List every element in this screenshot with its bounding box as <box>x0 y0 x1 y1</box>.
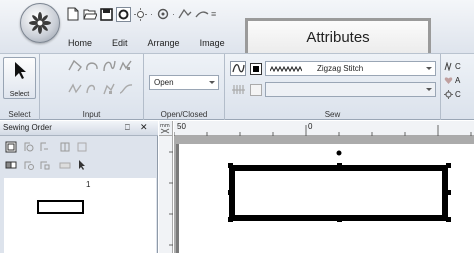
sewing-order-thumbnail[interactable]: 1 <box>4 178 90 253</box>
input-tools <box>67 58 135 95</box>
design-shape[interactable] <box>179 144 474 253</box>
group-icon[interactable] <box>4 158 18 172</box>
sewing-order-panel: Sewing Order ⎕ ✕ 1 <box>0 121 158 253</box>
record-icon[interactable] <box>116 6 131 22</box>
tab-home[interactable]: Home <box>60 34 102 52</box>
partial-item-2[interactable]: A <box>444 73 461 87</box>
partial-item-1[interactable]: C <box>444 59 461 73</box>
move-last-icon[interactable] <box>75 140 89 154</box>
input-group: Input <box>40 54 144 120</box>
application-menu-button[interactable] <box>20 3 60 43</box>
tab-image[interactable]: Image <box>190 34 235 52</box>
sewing-order-header: Sewing Order ⎕ ✕ <box>0 121 158 136</box>
redo-icon[interactable] <box>194 7 209 22</box>
sewing-order-list: 1 <box>4 178 156 253</box>
sort-descending-icon[interactable] <box>38 158 52 172</box>
selection-handles <box>228 163 451 222</box>
ribbon-tab-bar: Home Edit Arrange Image <box>60 34 235 52</box>
design-page[interactable] <box>179 144 474 253</box>
tab-attributes-label: Attributes <box>306 28 370 46</box>
open-bezier-icon[interactable] <box>101 81 117 95</box>
select-group-label: Select <box>8 110 31 119</box>
color-sort-icon[interactable] <box>58 158 72 172</box>
region-sew-toggle-icon[interactable] <box>230 82 246 97</box>
freehand-icon[interactable] <box>118 58 134 72</box>
sew-group: Zigzag Stitch Sew <box>225 54 441 120</box>
chevron-down-icon <box>426 88 432 91</box>
vertical-ruler <box>159 136 173 253</box>
partial-item-3[interactable]: C <box>444 87 461 101</box>
stitch-icon <box>444 61 452 71</box>
thumbnail-number: 1 <box>86 180 91 189</box>
chevron-down-icon <box>426 67 432 70</box>
dropdown-arrow-icon[interactable]: · <box>150 9 153 19</box>
gear-icon <box>444 89 453 99</box>
settings-sun-icon[interactable] <box>133 7 148 22</box>
input-group-label: Input <box>82 110 101 119</box>
zigzag-stitch-icon <box>270 65 302 73</box>
open-closed-group: Open Open/Closed <box>144 54 225 120</box>
move-first-icon[interactable] <box>22 140 36 154</box>
move-backward-icon[interactable] <box>58 140 72 154</box>
view-toggle-icon[interactable] <box>4 140 18 154</box>
transfer-icon[interactable] <box>177 7 192 22</box>
horizontal-ruler: 50 0 <box>173 121 474 136</box>
quick-access-toolbar: · · ≡ <box>65 5 216 23</box>
straight-line-icon[interactable] <box>67 58 83 72</box>
heart-icon <box>444 76 453 84</box>
ruler-corner-icon[interactable]: mm <box>159 121 173 136</box>
app-logo-icon <box>29 12 51 34</box>
tab-edit[interactable]: Edit <box>102 34 138 52</box>
ruler-mark-50: 50 <box>177 122 186 131</box>
open-closed-select[interactable]: Open <box>149 75 219 90</box>
region-color-swatch[interactable] <box>248 82 264 97</box>
stitch-type-select[interactable]: Zigzag Stitch <box>265 61 436 76</box>
save-icon[interactable] <box>99 7 114 22</box>
arrow-cursor-icon <box>15 62 26 79</box>
open-line-icon[interactable] <box>67 81 83 95</box>
sewing-order-title: Sewing Order <box>3 123 52 132</box>
title-bar: · · ≡ Home Edit Arrange Image Attributes <box>0 0 474 56</box>
ribbon: Select Select Input Open Open/Closed Zig… <box>0 53 474 120</box>
pin-icon[interactable]: ⎕ <box>125 123 130 133</box>
line-color-swatch[interactable] <box>248 61 264 76</box>
sew-group-label: Sew <box>324 110 341 119</box>
ruler-mark-0: 0 <box>308 122 313 131</box>
close-icon[interactable]: ✕ <box>140 122 148 133</box>
select-button-label: Select <box>9 91 30 98</box>
customize-icon[interactable]: ≡ <box>211 9 216 19</box>
new-file-icon[interactable] <box>65 7 80 22</box>
rotation-handle <box>336 150 342 156</box>
curve-icon[interactable] <box>84 58 100 72</box>
line-sew-toggle-icon[interactable] <box>230 61 246 76</box>
chevron-down-icon <box>209 81 215 84</box>
thumbnail-shape <box>37 200 84 214</box>
select-button[interactable]: Select <box>3 57 36 99</box>
tab-arrange[interactable]: Arrange <box>138 34 190 52</box>
partial-group: C A C <box>441 54 474 120</box>
open-closed-group-label: Open/Closed <box>160 110 208 119</box>
select-group: Select Select <box>0 54 40 120</box>
open-folder-icon[interactable] <box>82 7 97 22</box>
undo-icon[interactable] <box>155 7 170 22</box>
dropdown-arrow-icon[interactable]: · <box>172 9 175 19</box>
tab-attributes[interactable]: Attributes <box>245 18 431 56</box>
cursor-icon[interactable] <box>75 158 89 172</box>
open-curve-icon[interactable] <box>84 81 100 95</box>
stitch-type-value: Zigzag Stitch <box>317 64 364 73</box>
open-freehand-icon[interactable] <box>118 81 134 95</box>
sort-ascending-icon[interactable] <box>22 158 36 172</box>
region-sew-type-select[interactable] <box>265 82 436 97</box>
bezier-icon[interactable] <box>101 58 117 72</box>
move-forward-icon[interactable] <box>38 140 52 154</box>
svg-text:mm: mm <box>160 123 170 129</box>
open-closed-value: Open <box>154 78 174 87</box>
